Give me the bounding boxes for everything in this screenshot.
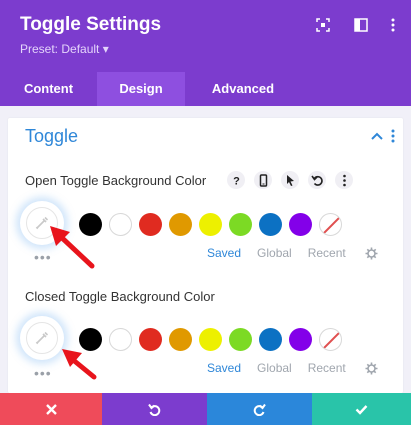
swatch-orange[interactable] xyxy=(169,328,192,351)
swatch-red[interactable] xyxy=(139,213,162,236)
redo-icon xyxy=(253,403,266,416)
expand-icon[interactable] xyxy=(316,18,330,32)
open-color-picker-button[interactable] xyxy=(20,201,64,245)
recent-link[interactable]: Recent xyxy=(308,361,346,375)
toggle-section-card: Toggle Open Toggle Background Color ? ••… xyxy=(8,118,403,393)
undo-icon xyxy=(148,403,161,416)
modal-footer xyxy=(0,393,411,425)
swatch-blue[interactable] xyxy=(259,213,282,236)
section-title[interactable]: Toggle xyxy=(25,126,78,147)
closed-color-picker-button[interactable] xyxy=(20,316,64,360)
swatch-red[interactable] xyxy=(139,328,162,351)
global-link[interactable]: Global xyxy=(257,246,292,260)
picker-circle xyxy=(26,207,58,239)
cursor-icon[interactable] xyxy=(281,171,299,189)
preset-caret-icon: ▾ xyxy=(102,42,109,56)
picker-more-dots[interactable]: ••• xyxy=(34,249,52,265)
saved-link[interactable]: Saved xyxy=(207,246,241,260)
modal-header: Toggle Settings Preset: Default ▾ xyxy=(0,0,411,72)
swatch-none[interactable] xyxy=(319,328,342,351)
gear-icon[interactable] xyxy=(365,247,378,260)
redo-button[interactable] xyxy=(207,393,312,425)
tab-design[interactable]: Design xyxy=(97,72,185,106)
swatch-none[interactable] xyxy=(319,213,342,236)
undo-button[interactable] xyxy=(102,393,207,425)
section-more-icon[interactable] xyxy=(391,129,395,143)
save-button[interactable] xyxy=(312,393,411,425)
open-palette-links: Saved Global Recent xyxy=(207,246,362,260)
tab-advanced[interactable]: Advanced xyxy=(185,72,301,106)
saved-link[interactable]: Saved xyxy=(207,361,241,375)
recent-link[interactable]: Recent xyxy=(308,246,346,260)
picker-more-dots[interactable]: ••• xyxy=(34,365,52,381)
more-icon[interactable] xyxy=(335,171,353,189)
swatch-yellow[interactable] xyxy=(199,213,222,236)
settings-tabs: Content Design Advanced xyxy=(0,72,411,106)
modal-title: Toggle Settings xyxy=(20,14,162,35)
reset-icon[interactable] xyxy=(308,171,326,189)
swatch-black[interactable] xyxy=(79,328,102,351)
preset-selector[interactable]: Preset: Default ▾ xyxy=(20,42,109,56)
global-link[interactable]: Global xyxy=(257,361,292,375)
swatch-white[interactable] xyxy=(109,328,132,351)
sidebar-layout-icon[interactable] xyxy=(354,18,368,32)
closed-palette-links: Saved Global Recent xyxy=(207,361,362,375)
close-icon xyxy=(45,403,57,415)
help-icon[interactable]: ? xyxy=(227,171,245,189)
swatch-purple[interactable] xyxy=(289,213,312,236)
more-options-icon[interactable] xyxy=(386,18,400,32)
swatch-black[interactable] xyxy=(79,213,102,236)
mobile-icon[interactable] xyxy=(254,171,272,189)
gear-icon[interactable] xyxy=(365,362,378,375)
swatch-purple[interactable] xyxy=(289,328,312,351)
swatch-white[interactable] xyxy=(109,213,132,236)
settings-panel: Toggle Open Toggle Background Color ? ••… xyxy=(0,106,411,393)
swatch-orange[interactable] xyxy=(169,213,192,236)
picker-circle xyxy=(26,322,58,354)
eyedropper-icon xyxy=(35,216,49,230)
swatch-green[interactable] xyxy=(229,328,252,351)
cancel-button[interactable] xyxy=(0,393,102,425)
chevron-up-icon[interactable] xyxy=(371,131,383,141)
swatch-green[interactable] xyxy=(229,213,252,236)
svg-text:?: ? xyxy=(233,175,240,187)
open-swatches xyxy=(79,213,342,236)
closed-toggle-bg-label: Closed Toggle Background Color xyxy=(25,289,215,304)
swatch-yellow[interactable] xyxy=(199,328,222,351)
tab-content[interactable]: Content xyxy=(0,72,97,106)
check-icon xyxy=(355,404,368,415)
swatch-blue[interactable] xyxy=(259,328,282,351)
eyedropper-icon xyxy=(35,331,49,345)
open-toggle-bg-label: Open Toggle Background Color xyxy=(25,173,207,188)
preset-label: Preset: Default xyxy=(20,42,100,56)
closed-swatches xyxy=(79,328,342,351)
